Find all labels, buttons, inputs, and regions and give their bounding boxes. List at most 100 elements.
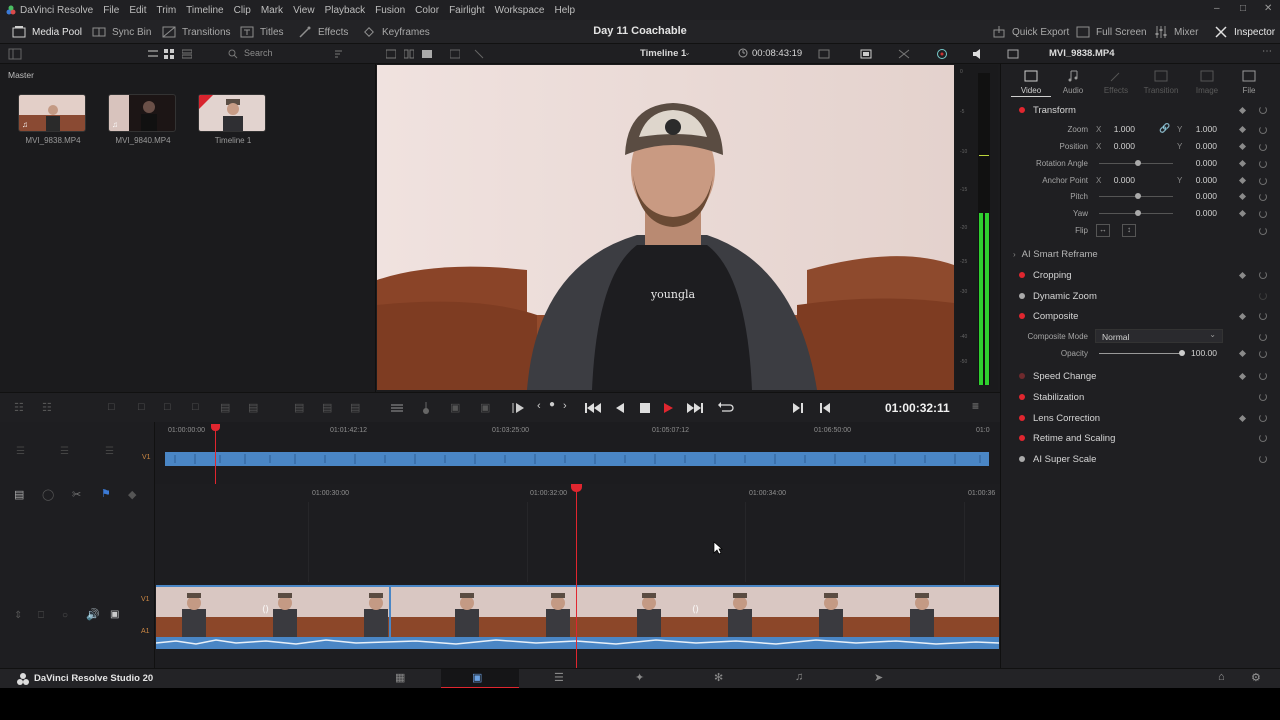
zoom-y-field[interactable]: 1.000: [1181, 124, 1217, 136]
dual-viewer-icon[interactable]: [404, 49, 414, 59]
source-viewer[interactable]: youngla: [377, 65, 954, 390]
playhead[interactable]: [571, 484, 582, 668]
reset-icon[interactable]: [1259, 177, 1267, 185]
prev-edit-icon[interactable]: [819, 402, 831, 414]
reset-icon[interactable]: [1259, 312, 1267, 320]
media-page-icon[interactable]: ▦: [395, 671, 405, 684]
smart-reframe-icon[interactable]: ▣: [450, 401, 460, 414]
section-composite[interactable]: Composite: [1001, 306, 1280, 326]
anchor-x-field[interactable]: 0.000: [1099, 175, 1135, 187]
reset-icon[interactable]: [1259, 414, 1267, 422]
pitch-field[interactable]: 0.000: [1181, 191, 1217, 203]
section-transform[interactable]: Transform: [1001, 100, 1280, 120]
append-icon[interactable]: ▤: [294, 401, 304, 414]
keyframe-icon[interactable]: [1238, 209, 1247, 218]
keyframe-icon[interactable]: [1238, 414, 1247, 423]
reset-icon[interactable]: [1259, 126, 1267, 134]
tool-icon-2[interactable]: ☷: [42, 401, 52, 414]
menu-file[interactable]: File: [98, 5, 124, 16]
sort-icon[interactable]: [334, 49, 346, 59]
play-icon[interactable]: [662, 402, 674, 414]
track-lock-icon[interactable]: ⎕: [38, 610, 44, 621]
media-pool-button[interactable]: Media Pool: [12, 20, 82, 44]
fusion-page-icon[interactable]: ✦: [635, 671, 644, 684]
menu-help[interactable]: Help: [549, 5, 580, 16]
video-clip-v1[interactable]: [156, 585, 999, 637]
menu-workspace[interactable]: Workspace: [490, 5, 550, 16]
effects-button[interactable]: Effects: [298, 20, 348, 44]
menu-clip[interactable]: Clip: [229, 5, 256, 16]
section-ai-smart-reframe[interactable]: › AI Smart Reframe: [1001, 244, 1280, 264]
loop-icon[interactable]: [718, 401, 734, 415]
tab-video[interactable]: Video: [1011, 70, 1051, 95]
reset-icon[interactable]: [1259, 455, 1267, 463]
menu-app-name[interactable]: DaVinci Resolve: [16, 5, 98, 16]
anchor-y-field[interactable]: 0.000: [1181, 175, 1217, 187]
menu-edit[interactable]: Edit: [124, 5, 151, 16]
keyframes-button[interactable]: Keyframes: [362, 20, 430, 44]
slider-handle[interactable]: [1135, 160, 1141, 166]
reset-icon[interactable]: [1259, 333, 1267, 341]
transform-overlay-icon[interactable]: [898, 49, 910, 59]
cinema-viewer-icon[interactable]: [422, 49, 432, 59]
filmstrip-icon[interactable]: [450, 49, 460, 59]
opacity-slider[interactable]: [1099, 353, 1183, 354]
dynamic-trim-icon[interactable]: [420, 401, 432, 415]
rotation-field[interactable]: 0.000: [1181, 158, 1217, 170]
enable-dot-icon[interactable]: [1019, 394, 1025, 400]
settings-gear-icon[interactable]: ⚙: [1251, 671, 1261, 684]
reset-icon[interactable]: [1259, 271, 1267, 279]
detail-view-icon[interactable]: [182, 49, 192, 59]
enable-dot-icon[interactable]: [1019, 107, 1025, 113]
snap-icon[interactable]: ◯: [42, 488, 54, 501]
play-reverse-icon[interactable]: [614, 402, 626, 414]
track-video-icon[interactable]: ▣: [110, 609, 119, 620]
viewer-layout-icon[interactable]: [386, 49, 396, 59]
reset-icon[interactable]: [1259, 372, 1267, 380]
menu-fusion[interactable]: Fusion: [370, 5, 410, 16]
reset-icon[interactable]: [1259, 393, 1267, 401]
position-y-field[interactable]: 0.000: [1181, 141, 1217, 153]
flip-horizontal-icon[interactable]: ↔: [1096, 224, 1110, 237]
enable-dot-icon[interactable]: [1019, 456, 1025, 462]
place-on-top-icon[interactable]: ▤: [220, 401, 230, 414]
mixer-button[interactable]: Mixer: [1154, 20, 1198, 44]
panel-toggle-icon[interactable]: [8, 48, 22, 60]
audio-trim-icon[interactable]: [390, 402, 404, 414]
keyframe-icon[interactable]: [1238, 106, 1247, 115]
menu-fairlight[interactable]: Fairlight: [444, 5, 490, 16]
quick-export-button[interactable]: Quick Export: [992, 20, 1069, 44]
close-up-icon[interactable]: ▤: [322, 401, 332, 414]
keyframe-icon[interactable]: [1238, 192, 1247, 201]
viewer-zoom-icon[interactable]: [818, 49, 830, 59]
flip-vertical-icon[interactable]: ↕: [1122, 224, 1136, 237]
upper-playhead-handle[interactable]: [211, 424, 220, 431]
keyframe-icon[interactable]: [1238, 271, 1247, 280]
enable-dot-icon[interactable]: [1019, 435, 1025, 441]
list-view-icon[interactable]: [148, 49, 158, 59]
tab-transition[interactable]: Transition: [1141, 70, 1181, 95]
maximize-icon[interactable]: □: [1240, 3, 1246, 14]
link-chain-icon[interactable]: 🔗: [1159, 123, 1170, 134]
keyframe-icon[interactable]: [1238, 142, 1247, 151]
fairlight-page-icon[interactable]: ♫: [795, 671, 803, 683]
expand-chevron-icon[interactable]: ›: [1013, 250, 1016, 259]
search-icon[interactable]: [228, 49, 238, 59]
tab-file[interactable]: File: [1229, 70, 1269, 95]
menu-playback[interactable]: Playback: [320, 5, 371, 16]
section-speed-change[interactable]: Speed Change: [1001, 366, 1280, 386]
grid-view-icon[interactable]: [164, 49, 174, 59]
upper-ruler[interactable]: 01:00:00:00 01:01:42:12 01:03:25:00 01:0…: [162, 422, 1000, 438]
enable-dot-icon[interactable]: [1019, 293, 1025, 299]
reset-icon[interactable]: [1259, 210, 1267, 218]
upper-playhead[interactable]: [211, 424, 220, 484]
timeline-view-options-icon[interactable]: ▤: [14, 488, 24, 501]
next-edit-icon[interactable]: [792, 402, 804, 414]
insert-clip-icon[interactable]: □: [108, 401, 115, 413]
slider-handle[interactable]: [1135, 193, 1141, 199]
enable-dot-icon[interactable]: [1019, 373, 1025, 379]
keyframe-icon[interactable]: [1238, 312, 1247, 321]
menu-hamburger-icon[interactable]: ≡: [972, 399, 979, 413]
inspector-button[interactable]: Inspector: [1214, 20, 1275, 44]
enable-dot-icon[interactable]: [1019, 272, 1025, 278]
